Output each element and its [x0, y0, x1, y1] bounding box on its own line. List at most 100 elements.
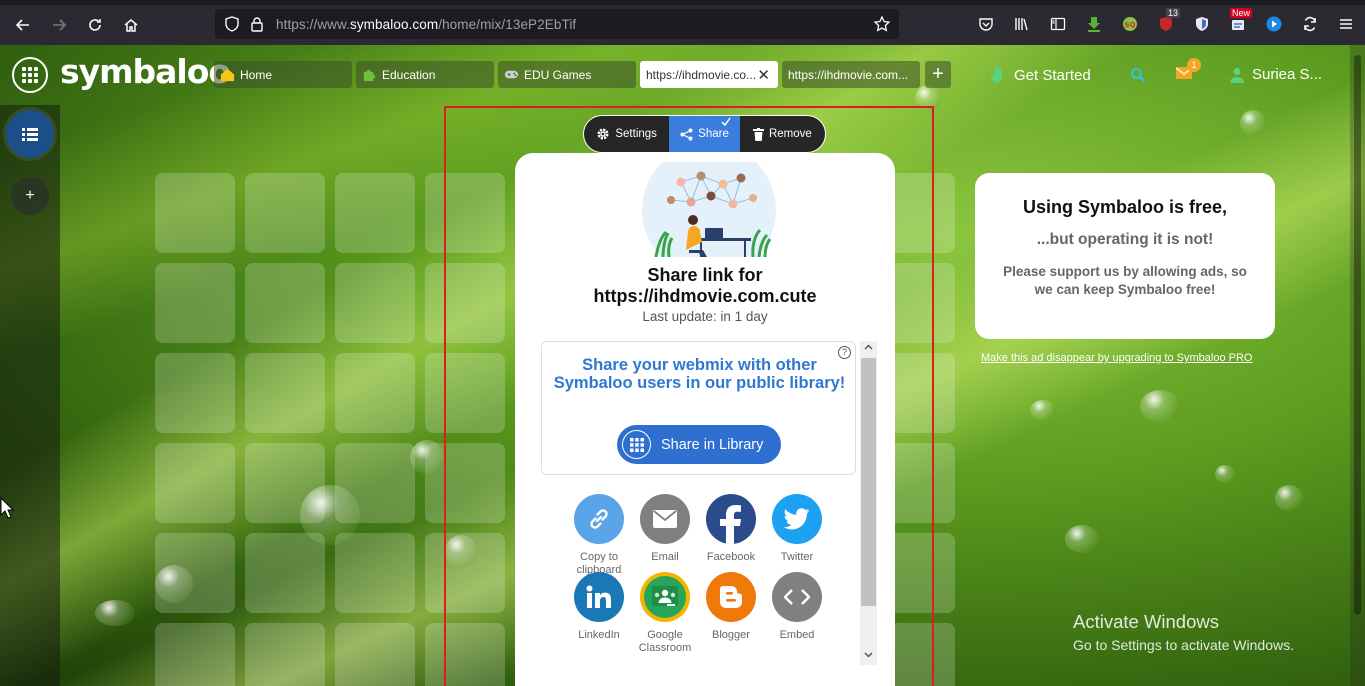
privacy-extension-button[interactable]: [1184, 10, 1220, 38]
lock-icon[interactable]: [250, 16, 264, 32]
grid-icon: [622, 430, 651, 459]
tab-edu-games[interactable]: EDU Games: [498, 61, 636, 88]
back-button[interactable]: [5, 7, 41, 43]
share-title: Share link for https://ihdmovie.com.cute: [515, 265, 895, 307]
get-started-button[interactable]: Get Started: [990, 66, 1091, 84]
empty-tile[interactable]: [335, 443, 415, 523]
email-option[interactable]: Email: [632, 494, 698, 564]
list-icon: [22, 128, 38, 141]
activate-windows-watermark: Activate Windows Go to Settings to activ…: [1073, 611, 1294, 653]
empty-tile[interactable]: [245, 173, 325, 253]
empty-tile[interactable]: [245, 353, 325, 433]
reload-button[interactable]: [77, 7, 113, 43]
forward-button[interactable]: [41, 7, 77, 43]
blogger-option[interactable]: Blogger: [698, 572, 764, 642]
notification-count-badge: 1: [1187, 58, 1201, 72]
user-name: Suriea S...: [1252, 66, 1323, 83]
facebook-icon: [706, 494, 756, 544]
hand-icon: [990, 66, 1002, 83]
bookmark-star-icon[interactable]: [873, 15, 891, 33]
share-in-library-button[interactable]: Share in Library: [617, 425, 781, 464]
google-classroom-option[interactable]: Google Classroom: [632, 572, 698, 655]
upgrade-pro-link[interactable]: Make this ad disappear by upgrading to S…: [981, 352, 1253, 364]
empty-tile[interactable]: [335, 623, 415, 686]
puzzle-icon: [363, 69, 376, 82]
arrow-left-icon: [15, 19, 29, 31]
ad-subheading: ...but operating it is not!: [1036, 231, 1214, 248]
pocket-button[interactable]: [968, 10, 1004, 38]
symbaloo-logo[interactable]: symbaloo: [60, 52, 231, 91]
share-label: Share: [698, 128, 729, 140]
empty-tile[interactable]: [245, 623, 325, 686]
shield-icon[interactable]: [224, 16, 240, 32]
facebook-option[interactable]: Facebook: [698, 494, 764, 564]
tab-ihdmovie[interactable]: https://ihdmovie.com...: [782, 61, 920, 88]
linkedin-option[interactable]: LinkedIn: [566, 572, 632, 642]
add-webmix-button[interactable]: +: [11, 177, 49, 215]
email-icon: [640, 494, 690, 544]
empty-tile[interactable]: [155, 443, 235, 523]
empty-tile[interactable]: [245, 263, 325, 343]
empty-tile[interactable]: [335, 173, 415, 253]
apps-grid-button[interactable]: [12, 57, 48, 93]
checkmark-icon: [721, 117, 731, 126]
share-panel: Share link for https://ihdmovie.com.cute…: [515, 153, 895, 686]
url-bar[interactable]: https://www.symbaloo.com/home/mix/13eP2E…: [215, 9, 899, 39]
media-extension-button[interactable]: [1256, 10, 1292, 38]
empty-tile[interactable]: [155, 173, 235, 253]
copy-to-clipboard-option[interactable]: Copy to clipboard: [566, 494, 632, 577]
share-title-url: https://ihdmovie.com.cute: [593, 286, 817, 306]
settings-button[interactable]: Settings: [584, 116, 669, 152]
empty-tile[interactable]: [335, 263, 415, 343]
download-button[interactable]: [1076, 10, 1112, 38]
sync-button[interactable]: [1292, 10, 1328, 38]
twitter-option[interactable]: Twitter: [764, 494, 830, 564]
google-classroom-label: Google Classroom: [638, 629, 692, 654]
remove-button[interactable]: Remove: [740, 116, 825, 152]
scrollbar-thumb[interactable]: [1354, 55, 1361, 615]
menu-button[interactable]: [1328, 10, 1364, 38]
webmix-list-button[interactable]: [6, 110, 54, 158]
water-drop: [1140, 390, 1180, 422]
sidebar-button[interactable]: [1040, 10, 1076, 38]
empty-tile[interactable]: [155, 353, 235, 433]
add-tab-button[interactable]: +: [925, 61, 951, 88]
embed-option[interactable]: Embed: [764, 572, 830, 642]
empty-tile[interactable]: [335, 533, 415, 613]
share-library-card: ? Share your webmix with other Symbaloo …: [541, 341, 856, 475]
watermark-subtitle: Go to Settings to activate Windows.: [1073, 637, 1294, 653]
water-drop: [1240, 110, 1266, 136]
url-text[interactable]: https://www.symbaloo.com/home/mix/13eP2E…: [276, 17, 576, 32]
empty-tile[interactable]: [155, 263, 235, 343]
settings-label: Settings: [615, 128, 657, 140]
tab-ihdmovie-active[interactable]: https://ihdmovie.co... ✕: [640, 61, 778, 88]
search-button[interactable]: [1130, 67, 1146, 88]
extension-counter-button[interactable]: 13: [1148, 8, 1184, 38]
empty-tile[interactable]: [245, 533, 325, 613]
extension-sq-button[interactable]: SQ: [1112, 10, 1148, 38]
share-panel-scrollbar[interactable]: [860, 341, 877, 665]
close-icon[interactable]: ✕: [757, 66, 770, 84]
empty-tile[interactable]: [245, 443, 325, 523]
user-menu[interactable]: Suriea S...: [1230, 66, 1322, 83]
empty-tile[interactable]: [335, 353, 415, 433]
chevron-up-icon[interactable]: [863, 342, 874, 353]
tab-education[interactable]: Education: [356, 61, 494, 88]
chevron-down-icon[interactable]: [863, 649, 874, 660]
tab-label: EDU Games: [524, 67, 592, 82]
tab-home[interactable]: Home: [214, 61, 352, 88]
empty-tile[interactable]: [155, 533, 235, 613]
empty-tile[interactable]: [155, 623, 235, 686]
library-button[interactable]: [1004, 10, 1040, 38]
home-button[interactable]: [113, 7, 149, 43]
last-update-text: Last update: in 1 day: [642, 309, 768, 324]
svg-text:SQ: SQ: [1125, 21, 1136, 29]
code-icon: [772, 572, 822, 622]
twitter-label: Twitter: [780, 551, 814, 563]
embed-label: Embed: [779, 629, 815, 641]
new-extension-button[interactable]: New: [1220, 8, 1256, 38]
page-scrollbar[interactable]: [1350, 45, 1365, 686]
share-button[interactable]: Share: [669, 116, 740, 152]
scrollbar-thumb[interactable]: [861, 358, 876, 606]
trash-icon: [752, 127, 764, 141]
